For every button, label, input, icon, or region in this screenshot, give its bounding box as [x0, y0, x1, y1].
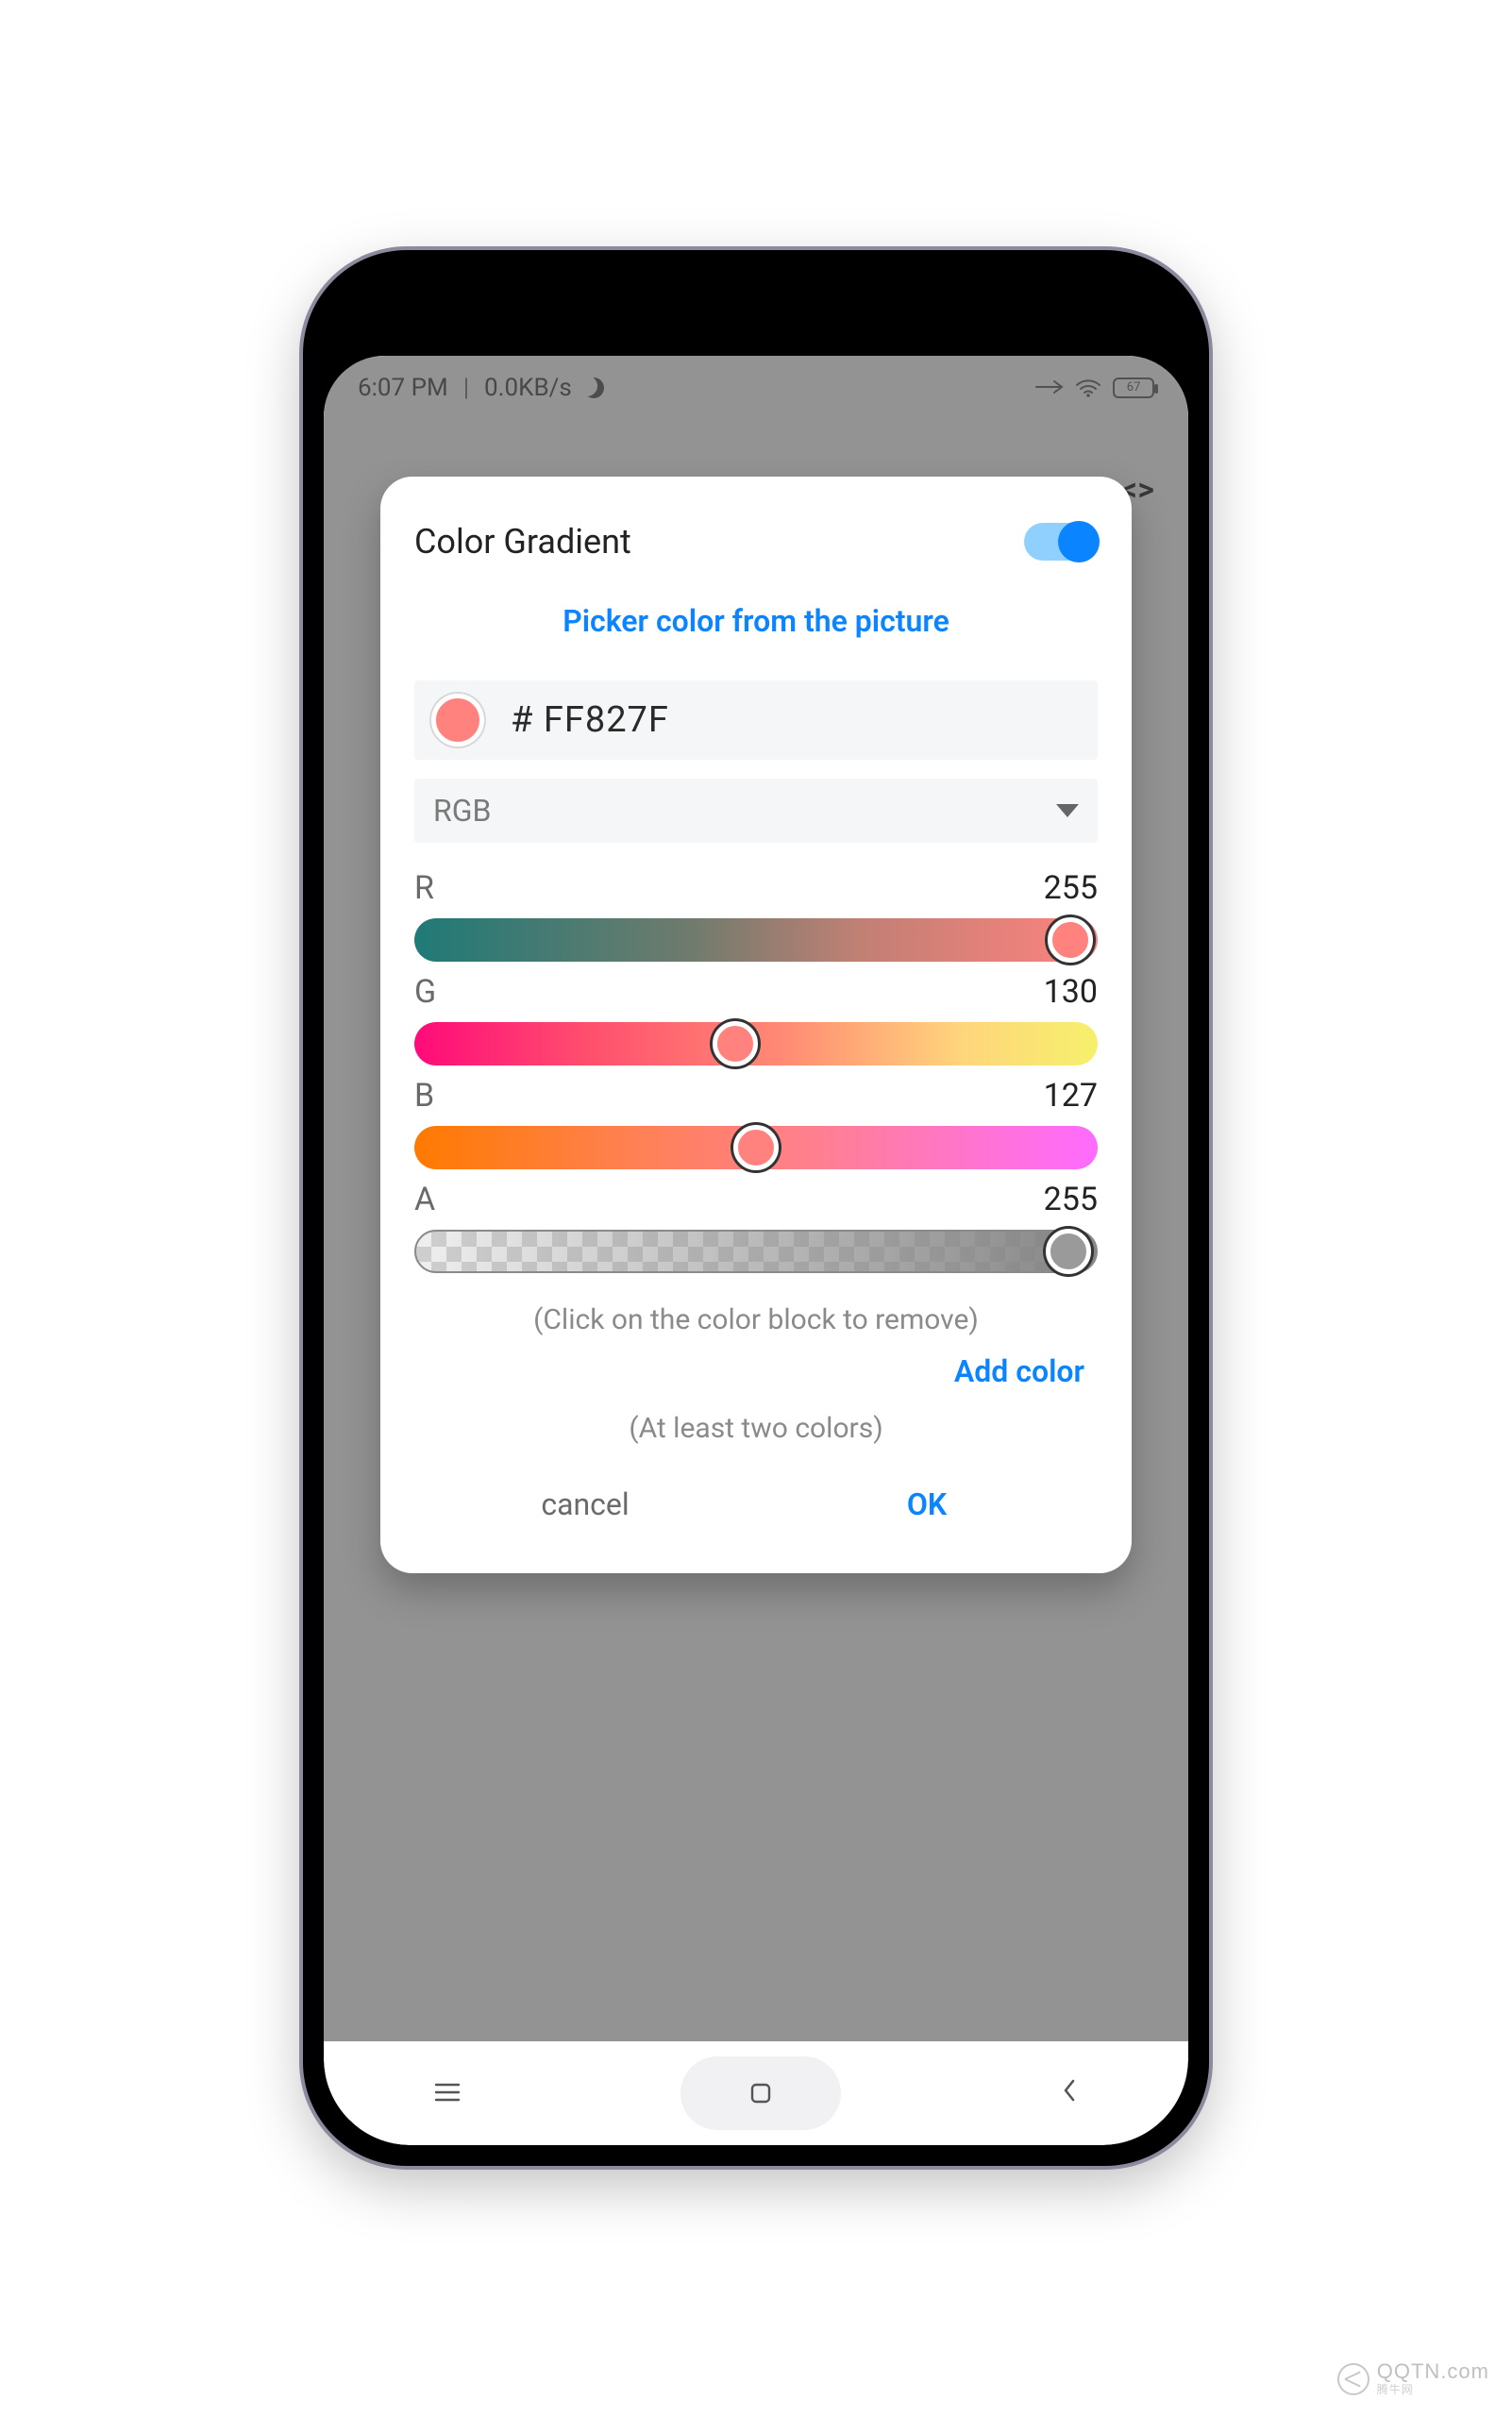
watermark-sub: 腾牛网 [1377, 2384, 1489, 2395]
color-gradient-dialog: Color Gradient Picker color from the pic… [380, 477, 1132, 1573]
color-swatch[interactable] [431, 694, 484, 747]
nav-back-button[interactable] [1060, 2074, 1079, 2112]
cancel-button[interactable]: cancel [414, 1471, 756, 1537]
slider-thumb-r[interactable] [1048, 917, 1093, 963]
system-nav-bar [324, 2041, 1188, 2145]
channel-b-value: 127 [1044, 1077, 1098, 1115]
dialog-actions: cancel OK [414, 1471, 1098, 1537]
channel-r-value: 255 [1044, 869, 1098, 907]
channel-a-label: A [414, 1181, 435, 1218]
nav-recents-button[interactable] [433, 2074, 462, 2112]
channel-g-value: 130 [1044, 973, 1098, 1011]
channel-b: B 127 [414, 1077, 1098, 1169]
ok-button[interactable]: OK [756, 1471, 1098, 1537]
slider-a[interactable] [414, 1230, 1098, 1273]
slider-r[interactable] [414, 918, 1098, 962]
color-mode-select[interactable]: RGB [414, 779, 1098, 843]
hex-value[interactable]: # FF827F [511, 699, 669, 741]
watermark: QQTN.com 腾牛网 [1337, 2359, 1489, 2395]
screen: 6:07 PM | 0.0KB/s 67 [324, 356, 1188, 2145]
watermark-suffix: .com [1440, 2359, 1489, 2383]
gradient-toggle[interactable] [1024, 523, 1098, 561]
channel-r: R 255 [414, 869, 1098, 962]
hint-remove: (Click on the color block to remove) [414, 1303, 1098, 1336]
channel-g-label: G [414, 973, 436, 1011]
add-color-button[interactable]: Add color [414, 1353, 1098, 1389]
slider-g[interactable] [414, 1022, 1098, 1065]
current-color-row: # FF827F [414, 680, 1098, 760]
chevron-down-icon [1056, 804, 1079, 817]
channel-a: A 255 [414, 1181, 1098, 1273]
channel-g: G 130 [414, 973, 1098, 1065]
channel-r-label: R [414, 869, 434, 907]
channel-b-label: B [414, 1077, 434, 1115]
slider-thumb-b[interactable] [733, 1125, 779, 1170]
slider-thumb-g[interactable] [713, 1021, 758, 1066]
dialog-title: Color Gradient [414, 522, 631, 562]
watermark-logo-icon [1337, 2363, 1369, 2395]
phone-frame: 6:07 PM | 0.0KB/s 67 [303, 250, 1209, 2166]
color-mode-label: RGB [433, 793, 491, 829]
nav-home-button[interactable] [680, 2056, 841, 2130]
watermark-brand: QQTN [1377, 2359, 1441, 2383]
dialog-header: Color Gradient [414, 522, 1098, 562]
phone-inner: 6:07 PM | 0.0KB/s 67 [324, 271, 1188, 2145]
slider-b[interactable] [414, 1126, 1098, 1169]
hint-min-colors: (At least two colors) [414, 1412, 1098, 1445]
slider-thumb-a[interactable] [1046, 1229, 1091, 1274]
picker-from-picture-link[interactable]: Picker color from the picture [414, 603, 1098, 639]
channel-a-value: 255 [1044, 1181, 1098, 1218]
